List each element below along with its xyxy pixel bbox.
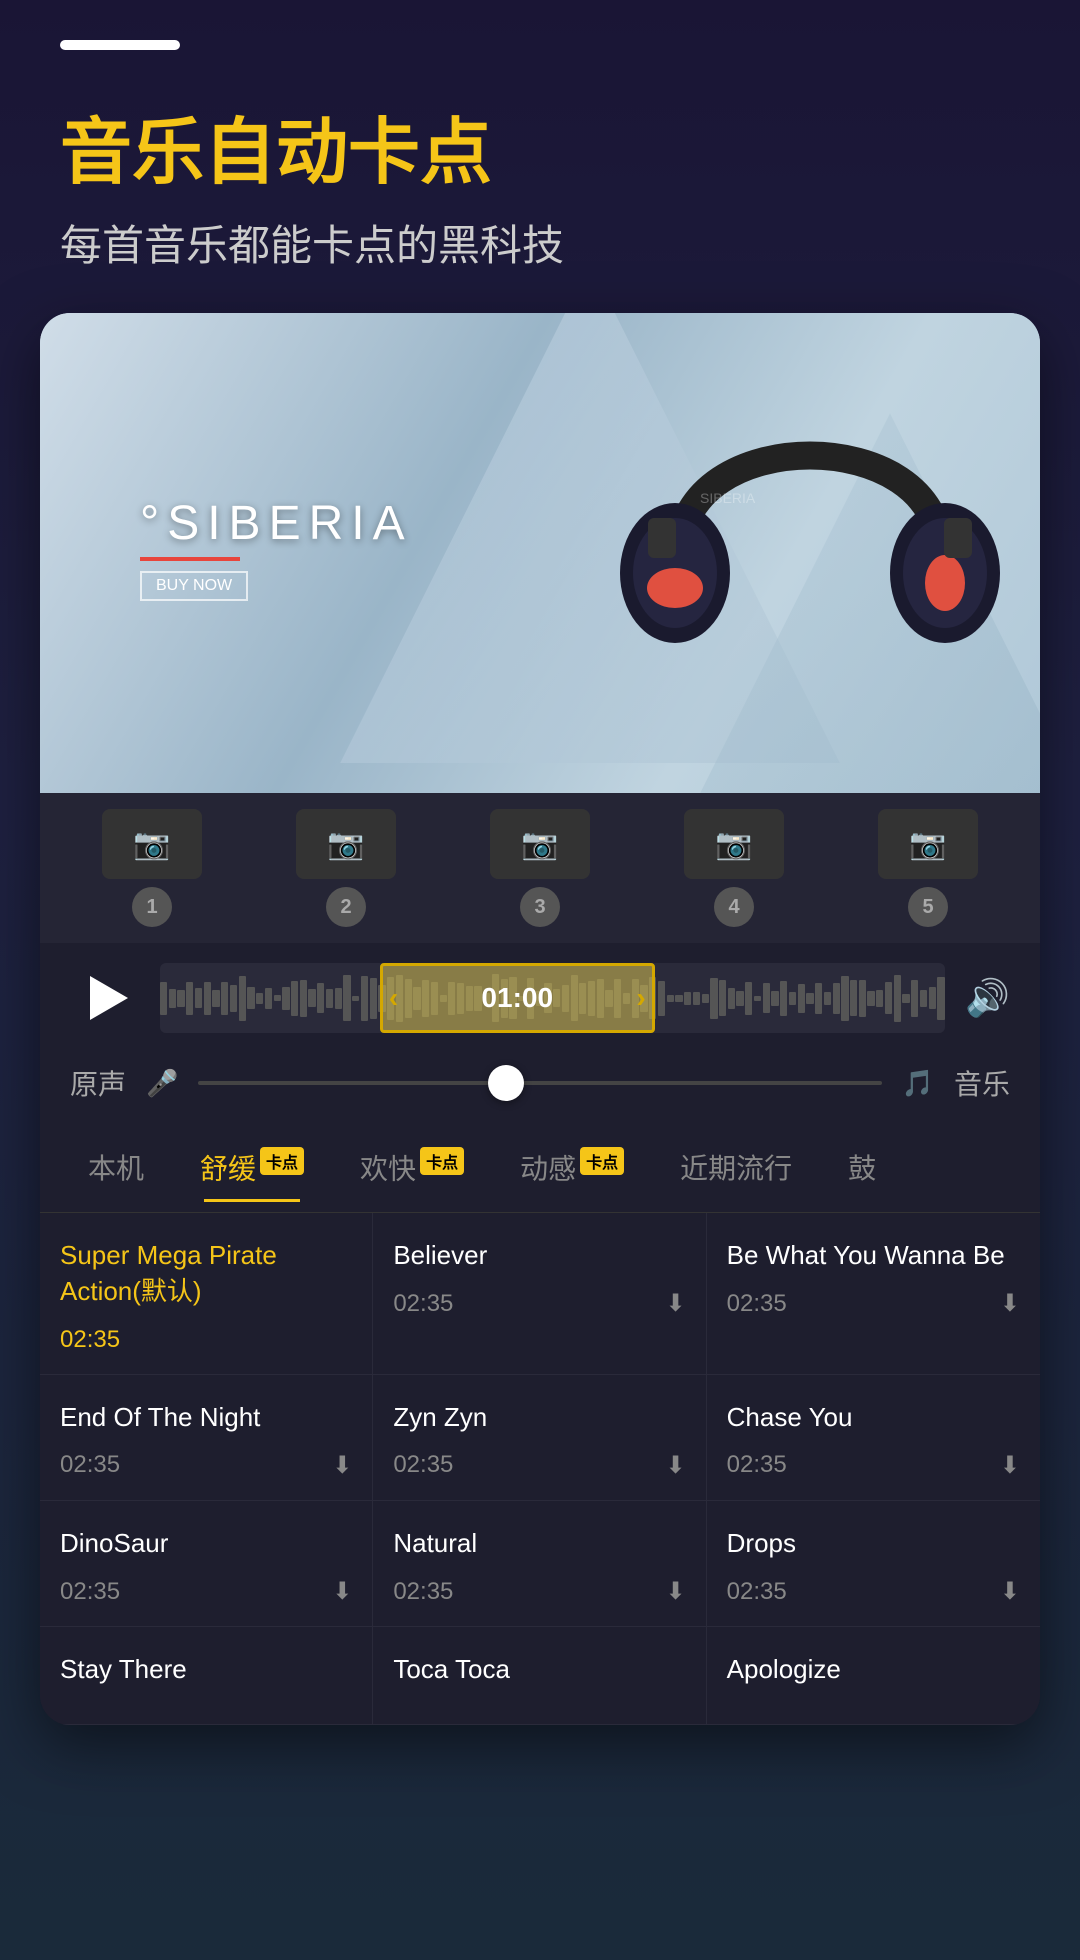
cell-download-icon-3[interactable]: ⬇: [332, 1451, 352, 1480]
dynamic-badge: 卡点: [580, 1147, 624, 1175]
cell-time-2: 02:35: [727, 1290, 787, 1318]
cell-title-2: Be What You Wanna Be: [727, 1237, 1020, 1273]
header: 音乐自动卡点 每首音乐都能卡点的黑科技: [0, 50, 1080, 313]
brand-underline: [140, 557, 240, 561]
play-icon: [90, 976, 128, 1020]
music-list: Super Mega Pirate Action(默认)02:35Believe…: [40, 1213, 1040, 1725]
microphone-icon: 🎤: [146, 1068, 178, 1099]
thumb-number-2: 2: [326, 887, 366, 927]
cell-time-0: 02:35: [60, 1326, 120, 1354]
tab-drum[interactable]: 鼓: [820, 1133, 904, 1201]
music-cell-3[interactable]: End Of The Night 02:35 ⬇: [40, 1375, 373, 1501]
tab-happy[interactable]: 欢快卡点: [332, 1133, 492, 1201]
cell-title-5: Chase You: [727, 1399, 1020, 1435]
voice-music-slider[interactable]: [198, 1081, 881, 1085]
cell-time-3: 02:35: [60, 1451, 120, 1479]
main-card: SIBERIA °SIBERIA BUY NOW 📷 1 📷 2 📷 3 📷 4…: [40, 313, 1040, 1724]
headphone-illustration: SIBERIA: [600, 323, 1020, 783]
cell-time-8: 02:35: [727, 1578, 787, 1606]
cell-title-8: Drops: [727, 1525, 1020, 1561]
music-cell-4[interactable]: Zyn Zyn 02:35 ⬇: [373, 1375, 706, 1501]
cell-download-icon-5[interactable]: ⬇: [1000, 1451, 1020, 1480]
thumb-3[interactable]: 📷 3: [448, 809, 632, 927]
page-subtitle: 每首音乐都能卡点的黑科技: [60, 212, 1020, 273]
thumb-icon-3: 📷: [490, 809, 590, 879]
thumbnail-strip: 📷 1 📷 2 📷 3 📷 4 📷 5: [40, 793, 1040, 943]
music-cell-7[interactable]: Natural 02:35 ⬇: [373, 1501, 706, 1627]
waveform-container[interactable]: ‹ 01:00 ›: [160, 963, 945, 1033]
music-cell-5[interactable]: Chase You 02:35 ⬇: [707, 1375, 1040, 1501]
tab-local[interactable]: 本机: [60, 1133, 172, 1201]
slider-left-label: 原声: [70, 1063, 126, 1103]
thumb-4[interactable]: 📷 4: [642, 809, 826, 927]
cell-title-7: Natural: [393, 1525, 685, 1561]
hero-image: SIBERIA °SIBERIA BUY NOW: [40, 313, 1040, 793]
waveform-time: 01:00: [481, 982, 553, 1014]
music-cell-10[interactable]: Toca Toca: [373, 1627, 706, 1724]
cell-download-icon-8[interactable]: ⬇: [1000, 1577, 1020, 1606]
music-cell-1[interactable]: Believer 02:35 ⬇: [373, 1213, 706, 1375]
cell-download-icon-2[interactable]: ⬇: [1000, 1289, 1020, 1318]
cell-download-icon-1[interactable]: ⬇: [666, 1289, 686, 1318]
cell-title-0: Super Mega Pirate Action(默认): [60, 1237, 352, 1310]
cell-download-icon-7[interactable]: ⬇: [666, 1577, 686, 1606]
thumb-number-4: 4: [714, 887, 754, 927]
music-cell-8[interactable]: Drops 02:35 ⬇: [707, 1501, 1040, 1627]
cell-title-1: Believer: [393, 1237, 685, 1273]
thumb-5[interactable]: 📷 5: [836, 809, 1020, 927]
tab-soothe[interactable]: 舒缓卡点: [172, 1133, 332, 1201]
cell-time-1: 02:35: [393, 1290, 453, 1318]
cell-title-11: Apologize: [727, 1651, 1020, 1687]
thumb-2[interactable]: 📷 2: [254, 809, 438, 927]
thumb-icon-1: 📷: [102, 809, 202, 879]
waveform-area: ‹ 01:00 › 🔊: [40, 943, 1040, 1053]
waveform-right-arrow[interactable]: ›: [636, 982, 645, 1014]
brand-name: °SIBERIA: [140, 496, 413, 551]
cell-time-7: 02:35: [393, 1578, 453, 1606]
cell-time-6: 02:35: [60, 1578, 120, 1606]
voice-music-slider-row: 原声 🎤 🎵 音乐: [40, 1053, 1040, 1123]
waveform-selection[interactable]: ‹ 01:00 ›: [380, 963, 655, 1033]
page-title: 音乐自动卡点: [60, 110, 1020, 196]
cell-title-3: End Of The Night: [60, 1399, 352, 1435]
buy-now-button[interactable]: BUY NOW: [140, 571, 248, 601]
music-note-icon: 🎵: [902, 1068, 934, 1099]
waveform-left-arrow[interactable]: ‹: [389, 982, 398, 1014]
top-pill: [60, 40, 180, 50]
brand-overlay: °SIBERIA BUY NOW: [140, 496, 413, 601]
tab-dynamic[interactable]: 动感卡点: [492, 1133, 652, 1201]
music-tabs: 本机 舒缓卡点 欢快卡点 动感卡点 近期流行 鼓: [40, 1123, 1040, 1212]
cell-download-icon-6[interactable]: ⬇: [332, 1577, 352, 1606]
play-button[interactable]: [70, 963, 140, 1033]
music-cell-2[interactable]: Be What You Wanna Be 02:35 ⬇: [707, 1213, 1040, 1375]
cell-title-4: Zyn Zyn: [393, 1399, 685, 1435]
thumb-number-1: 1: [132, 887, 172, 927]
slider-right-label: 音乐: [954, 1063, 1010, 1103]
volume-icon[interactable]: 🔊: [965, 977, 1010, 1019]
cell-download-icon-4[interactable]: ⬇: [666, 1451, 686, 1480]
svg-text:SIBERIA: SIBERIA: [700, 490, 756, 506]
soothe-badge: 卡点: [260, 1147, 304, 1175]
cell-title-9: Stay There: [60, 1651, 352, 1687]
thumb-icon-2: 📷: [296, 809, 396, 879]
thumb-icon-5: 📷: [878, 809, 978, 879]
music-cell-11[interactable]: Apologize: [707, 1627, 1040, 1724]
thumb-1[interactable]: 📷 1: [60, 809, 244, 927]
thumb-icon-4: 📷: [684, 809, 784, 879]
cell-title-6: DinoSaur: [60, 1525, 352, 1561]
music-cell-9[interactable]: Stay There: [40, 1627, 373, 1724]
happy-badge: 卡点: [420, 1147, 464, 1175]
tab-trending[interactable]: 近期流行: [652, 1133, 820, 1201]
cell-time-4: 02:35: [393, 1451, 453, 1479]
thumb-number-5: 5: [908, 887, 948, 927]
thumb-number-3: 3: [520, 887, 560, 927]
slider-thumb[interactable]: [488, 1065, 524, 1101]
music-cell-6[interactable]: DinoSaur 02:35 ⬇: [40, 1501, 373, 1627]
cell-title-10: Toca Toca: [393, 1651, 685, 1687]
music-cell-0[interactable]: Super Mega Pirate Action(默认) 02:35: [40, 1213, 373, 1375]
cell-time-5: 02:35: [727, 1451, 787, 1479]
